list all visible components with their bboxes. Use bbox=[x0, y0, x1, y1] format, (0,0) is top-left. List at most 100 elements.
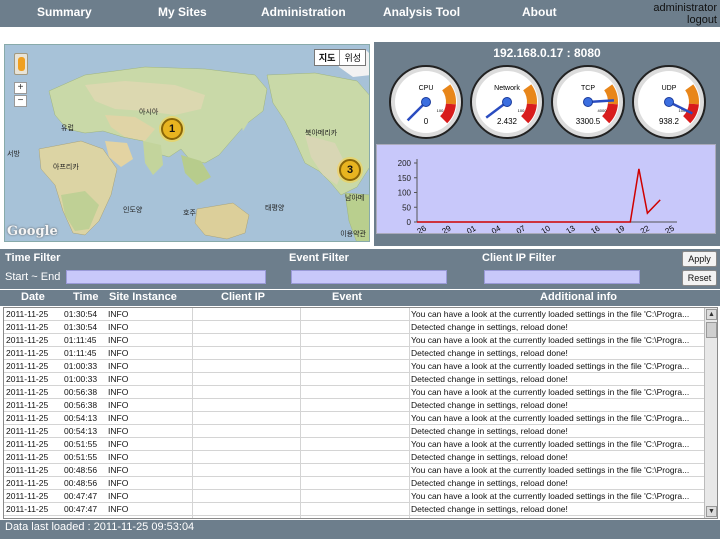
cell-additional-info: You can have a look at the currently loa… bbox=[411, 335, 690, 345]
chart-x-tick-label: 01 bbox=[465, 223, 478, 233]
nav-administration[interactable]: Administration bbox=[261, 5, 346, 19]
table-row[interactable]: 2011-11-25 00:54:13 INFO You can have a loo… bbox=[4, 412, 706, 425]
user-box: administrator logout bbox=[653, 2, 717, 26]
cell-date: 2011-11-25 bbox=[6, 309, 49, 319]
client-ip-filter-title: Client IP Filter bbox=[482, 252, 556, 264]
event-filter-input[interactable] bbox=[291, 270, 447, 284]
cell-additional-info: You can have a look at the currently loa… bbox=[411, 387, 690, 397]
zoom-out-button[interactable]: − bbox=[14, 95, 27, 107]
map-label-indian-ocean: 인도양 bbox=[123, 206, 143, 214]
cell-additional-info: Detected change in settings, reload done… bbox=[411, 400, 568, 410]
street-view-pegman-icon[interactable] bbox=[14, 53, 28, 75]
map-type-control: 지도 위성 bbox=[313, 49, 366, 66]
chart-y-tick-label: 200 bbox=[398, 159, 412, 168]
table-row[interactable]: 2011-11-25 01:11:45 INFO Detected change in… bbox=[4, 347, 706, 360]
traffic-chart: 0 50 100 150 200 26 29 01 04 07 10 13 16 19 22 25 bbox=[398, 159, 677, 236]
network-gauge: Network 100 2.432 bbox=[470, 65, 544, 139]
apply-button[interactable]: Apply bbox=[682, 251, 717, 267]
username: administrator bbox=[653, 2, 717, 14]
cell-site-instance: INFO bbox=[108, 452, 129, 462]
map-label-pacific: 태평양 bbox=[265, 204, 285, 212]
chart-x-tick-label: 26 bbox=[416, 223, 429, 233]
cell-date: 2011-11-25 bbox=[6, 361, 49, 371]
chart-y-tick-label: 100 bbox=[398, 189, 412, 198]
map-label-africa: 아프리카 bbox=[53, 163, 79, 171]
column-header-client-ip[interactable]: Client IP bbox=[221, 291, 265, 303]
nav-my-sites[interactable]: My Sites bbox=[158, 5, 207, 19]
nav-summary[interactable]: Summary bbox=[37, 5, 92, 19]
cell-date: 2011-11-25 bbox=[6, 478, 49, 488]
zoom-in-button[interactable]: + bbox=[14, 82, 27, 94]
cell-additional-info: You can have a look at the currently loa… bbox=[411, 361, 690, 371]
map-type-map-button[interactable]: 지도 bbox=[315, 50, 341, 65]
table-row[interactable]: 2011-11-25 01:11:45 INFO You can have a loo… bbox=[4, 334, 706, 347]
cell-time: 00:48:56 bbox=[64, 465, 98, 475]
cell-date: 2011-11-25 bbox=[6, 452, 49, 462]
cell-time: 01:11:45 bbox=[64, 348, 97, 358]
cell-site-instance: INFO bbox=[108, 426, 129, 436]
chart-y-tick-label: 0 bbox=[407, 218, 412, 227]
tcp-gauge: TCP 4000 3300.5 bbox=[551, 65, 625, 139]
map-marker-cluster[interactable]: 1 bbox=[161, 118, 183, 140]
table-row[interactable]: 2011-11-25 00:47:47 INFO You can have a loo… bbox=[4, 490, 706, 503]
table-row[interactable]: 2011-11-25 00:47:47 INFO Detected change in… bbox=[4, 503, 706, 516]
cell-date: 2011-11-25 bbox=[6, 413, 49, 423]
gauge-scale-max: 4000 bbox=[598, 108, 608, 113]
map-label-north-america: 북아메리카 bbox=[305, 129, 338, 137]
cell-site-instance: INFO bbox=[108, 400, 129, 410]
table-row[interactable]: 2011-11-25 00:48:56 INFO You can have a loo… bbox=[4, 464, 706, 477]
status-bar: Data last loaded : 2011-11-25 09:53:04 bbox=[0, 520, 720, 539]
cell-site-instance: INFO bbox=[108, 491, 129, 501]
gauge-name: CPU bbox=[419, 85, 434, 92]
reset-button[interactable]: Reset bbox=[682, 270, 717, 286]
table-row[interactable]: 2011-11-25 01:00:33 INFO Detected change in… bbox=[4, 373, 706, 386]
nav-analysis-tool[interactable]: Analysis Tool bbox=[383, 5, 460, 19]
scroll-down-arrow-icon[interactable]: ▼ bbox=[706, 506, 717, 517]
map-label-asia: 아시아 bbox=[139, 108, 159, 116]
cell-time: 00:51:55 bbox=[64, 439, 98, 449]
chart-y-tick-label: 50 bbox=[402, 203, 411, 212]
chart-x-tick-label: 25 bbox=[664, 223, 677, 233]
column-header-site-instance[interactable]: Site Instance bbox=[109, 291, 177, 303]
table-row[interactable]: 2011-11-25 01:00:33 INFO You can have a loo… bbox=[4, 360, 706, 373]
cell-date: 2011-11-25 bbox=[6, 387, 49, 397]
column-header-additional-info[interactable]: Additional info bbox=[540, 291, 617, 303]
map-label-south-america: 남아메 bbox=[345, 194, 365, 202]
table-row[interactable]: 2011-11-25 00:54:13 INFO Detected change in… bbox=[4, 425, 706, 438]
cell-site-instance: INFO bbox=[108, 309, 129, 319]
cell-additional-info: Detected change in settings, reload done… bbox=[411, 452, 568, 462]
scrollbar-thumb[interactable] bbox=[706, 322, 717, 338]
gauge-value: 3300.5 bbox=[576, 117, 601, 126]
scroll-up-arrow-icon[interactable]: ▲ bbox=[706, 309, 717, 320]
time-range-input[interactable] bbox=[66, 270, 266, 284]
map-type-satellite-button[interactable]: 위성 bbox=[340, 50, 365, 65]
table-row[interactable]: 2011-11-25 01:30:54 INFO Detected change in… bbox=[4, 321, 706, 334]
gauge-value: 0 bbox=[424, 117, 429, 126]
world-map[interactable]: + − 지도 위성 아시아 유럽 아프리카 북아메리카 남아메 인도양 호주 태… bbox=[4, 44, 370, 242]
table-row[interactable]: 2011-11-25 00:56:38 INFO You can have a loo… bbox=[4, 386, 706, 399]
cell-additional-info: You can have a look at the currently loa… bbox=[411, 309, 690, 319]
cell-date: 2011-11-25 bbox=[6, 491, 49, 501]
cpu-gauge: CPU 100 0 bbox=[389, 65, 463, 139]
table-row[interactable]: 2011-11-25 01:30:54 INFO You can have a loo… bbox=[4, 308, 706, 321]
cell-date: 2011-11-25 bbox=[6, 465, 49, 475]
log-table: 2011-11-25 01:30:54 INFO You can have a loo… bbox=[3, 307, 718, 519]
table-row[interactable]: 2011-11-25 00:48:56 INFO Detected change in… bbox=[4, 477, 706, 490]
table-row[interactable]: 2011-11-25 00:56:38 INFO Detected change in… bbox=[4, 399, 706, 412]
cell-additional-info: Detected change in settings, reload done… bbox=[411, 478, 568, 488]
table-row[interactable]: 2011-11-25 00:51:55 INFO Detected change in… bbox=[4, 451, 706, 464]
column-header-event[interactable]: Event bbox=[332, 291, 362, 303]
table-row[interactable]: 2011-11-25 00:51:55 INFO You can have a loo… bbox=[4, 438, 706, 451]
nav-about[interactable]: About bbox=[522, 5, 557, 19]
logout-link[interactable]: logout bbox=[653, 14, 717, 26]
cell-site-instance: INFO bbox=[108, 504, 129, 514]
cell-time: 00:47:47 bbox=[64, 504, 98, 514]
client-ip-filter-input[interactable] bbox=[484, 270, 640, 284]
map-terms-link[interactable]: 이용약관 bbox=[340, 229, 366, 239]
column-header-date[interactable]: Date bbox=[21, 291, 45, 303]
map-marker-cluster[interactable]: 3 bbox=[339, 159, 361, 181]
column-header-time[interactable]: Time bbox=[73, 291, 98, 303]
vertical-scrollbar[interactable]: ▲ ▼ bbox=[704, 308, 717, 518]
gauge-name: UDP bbox=[662, 85, 677, 92]
cell-time: 01:00:33 bbox=[64, 361, 98, 371]
